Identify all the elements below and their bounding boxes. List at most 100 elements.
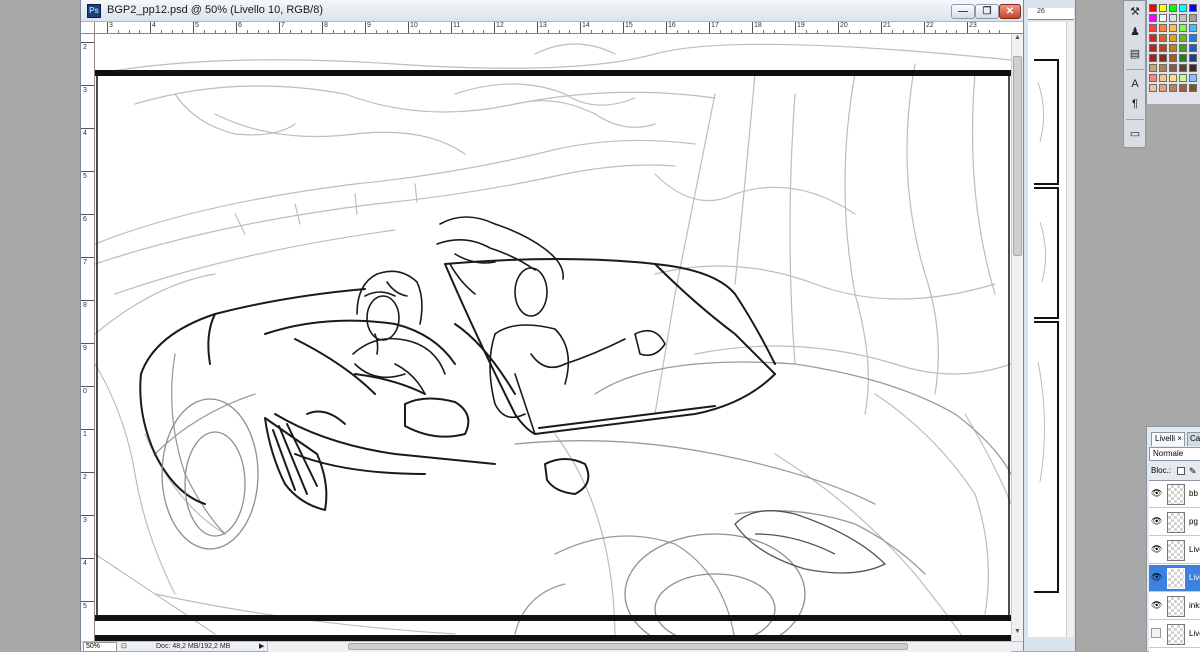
layer-thumbnail xyxy=(1167,540,1185,561)
tab-close-icon[interactable]: × xyxy=(1177,434,1182,443)
lock-brush-icon[interactable]: ✎ xyxy=(1189,465,1197,477)
color-swatch[interactable] xyxy=(1189,24,1197,32)
clone-stamp-icon[interactable]: ♟ xyxy=(1126,23,1144,41)
eye-icon[interactable]: 👁 xyxy=(1151,488,1162,498)
status-menu-arrow-icon[interactable]: ▶ xyxy=(259,642,264,650)
ruler-origin[interactable] xyxy=(81,22,95,34)
eye-icon[interactable]: 👁 xyxy=(1151,516,1162,526)
color-swatch[interactable] xyxy=(1149,14,1157,22)
color-swatch[interactable] xyxy=(1149,4,1157,12)
eye-icon[interactable]: 👁 xyxy=(1151,572,1162,582)
lock-transparency-icon[interactable] xyxy=(1177,467,1185,475)
eye-icon[interactable]: 👁 xyxy=(1151,544,1162,554)
color-swatch[interactable] xyxy=(1189,4,1197,12)
color-swatch[interactable] xyxy=(1189,54,1197,62)
color-swatch[interactable] xyxy=(1159,14,1167,22)
color-swatch[interactable] xyxy=(1159,54,1167,62)
ruler-tick xyxy=(81,171,94,172)
tab-channels[interactable]: Ca xyxy=(1187,432,1200,446)
color-swatch[interactable] xyxy=(1189,84,1197,92)
layer-name: Live xyxy=(1189,629,1200,638)
color-swatch[interactable] xyxy=(1159,44,1167,52)
color-swatch[interactable] xyxy=(1179,4,1187,12)
horizontal-scroll-thumb[interactable] xyxy=(348,643,908,650)
second-document-canvas[interactable] xyxy=(1028,22,1066,637)
document-titlebar[interactable]: Ps BGP2_pp12.psd @ 50% (Livello 10, RGB/… xyxy=(81,0,1023,22)
color-swatch[interactable] xyxy=(1189,74,1197,82)
second-document-window[interactable]: 26 xyxy=(1024,0,1076,651)
color-swatch[interactable] xyxy=(1149,44,1157,52)
color-swatch[interactable] xyxy=(1169,34,1177,42)
paragraph-icon[interactable]: ¶ xyxy=(1126,95,1144,113)
color-swatch[interactable] xyxy=(1179,24,1187,32)
color-swatch[interactable] xyxy=(1179,44,1187,52)
layer-row[interactable]: 👁 bb xyxy=(1149,481,1200,508)
ruler-label: 8 xyxy=(83,302,87,309)
color-swatch[interactable] xyxy=(1189,44,1197,52)
color-swatch[interactable] xyxy=(1189,14,1197,22)
blend-mode-select[interactable]: Normale xyxy=(1149,447,1200,461)
ruler-tick xyxy=(752,22,753,33)
layer-list[interactable]: 👁 bb 👁 pg 👁 Live 👁 Live 👁 inks Live xyxy=(1149,480,1200,652)
color-swatch[interactable] xyxy=(1169,64,1177,72)
color-swatch[interactable] xyxy=(1149,54,1157,62)
color-swatch[interactable] xyxy=(1149,24,1157,32)
hammer-tool-icon[interactable]: ⚒ xyxy=(1126,3,1144,21)
vertical-scrollbar[interactable]: ▲ ▼ xyxy=(1011,34,1023,641)
color-swatch[interactable] xyxy=(1159,4,1167,12)
color-swatch[interactable] xyxy=(1149,34,1157,42)
color-swatch[interactable] xyxy=(1159,24,1167,32)
color-swatch[interactable] xyxy=(1169,14,1177,22)
color-swatch[interactable] xyxy=(1169,44,1177,52)
color-swatch[interactable] xyxy=(1159,34,1167,42)
layer-row[interactable]: 👁 Live xyxy=(1149,565,1200,592)
maximize-button[interactable]: ❐ xyxy=(975,4,999,19)
color-swatch[interactable] xyxy=(1169,4,1177,12)
color-swatch[interactable] xyxy=(1189,64,1197,72)
vertical-scroll-thumb[interactable] xyxy=(1013,56,1022,256)
ruler-tick xyxy=(623,22,624,33)
ruler-tick xyxy=(81,343,94,344)
color-swatch[interactable] xyxy=(1179,84,1187,92)
character-icon[interactable]: A xyxy=(1126,75,1144,93)
hidden-eye-icon[interactable] xyxy=(1151,628,1161,638)
color-swatch[interactable] xyxy=(1169,54,1177,62)
notes-icon[interactable]: ▭ xyxy=(1126,125,1144,143)
color-swatch[interactable] xyxy=(1159,84,1167,92)
color-swatch[interactable] xyxy=(1179,14,1187,22)
color-swatch[interactable] xyxy=(1169,24,1177,32)
color-swatch[interactable] xyxy=(1159,64,1167,72)
ruler-label: 7 xyxy=(83,259,87,266)
color-swatch[interactable] xyxy=(1149,74,1157,82)
scroll-down-icon[interactable]: ▼ xyxy=(1012,628,1023,640)
canvas[interactable] xyxy=(95,34,1011,641)
tab-layers[interactable]: Livelli × xyxy=(1151,432,1185,446)
layer-name: Live xyxy=(1189,545,1200,554)
ruler-label: 4 xyxy=(152,22,156,29)
second-document-scrollbar[interactable] xyxy=(1066,22,1074,637)
scroll-up-icon[interactable]: ▲ xyxy=(1012,34,1023,46)
color-swatch[interactable] xyxy=(1159,74,1167,82)
layer-row[interactable]: 👁 inks xyxy=(1149,593,1200,620)
vertical-ruler[interactable]: 2 3 4 5 6 7 8 9 0 1 2 3 4 5 xyxy=(81,34,95,641)
document-window[interactable]: Ps BGP2_pp12.psd @ 50% (Livello 10, RGB/… xyxy=(80,0,1024,652)
color-swatch[interactable] xyxy=(1169,84,1177,92)
ruler-tick xyxy=(81,42,94,43)
layer-row[interactable]: Live xyxy=(1149,621,1200,648)
color-swatch[interactable] xyxy=(1189,34,1197,42)
color-swatch[interactable] xyxy=(1169,74,1177,82)
brush-preset-icon[interactable]: ▤ xyxy=(1126,45,1144,63)
color-swatch[interactable] xyxy=(1149,64,1157,72)
eye-icon[interactable]: 👁 xyxy=(1151,600,1162,610)
color-swatch[interactable] xyxy=(1179,64,1187,72)
color-swatch[interactable] xyxy=(1179,54,1187,62)
horizontal-ruler[interactable]: 3 4 5 6 7 8 9 10 11 12 13 14 15 16 17 18 19 20 21 22 23 xyxy=(95,22,1023,34)
layer-row[interactable]: 👁 Live xyxy=(1149,537,1200,564)
close-button[interactable]: ✕ xyxy=(999,4,1021,19)
ruler-tick xyxy=(236,22,237,33)
layer-row[interactable]: 👁 pg xyxy=(1149,509,1200,536)
color-swatch[interactable] xyxy=(1179,34,1187,42)
color-swatch[interactable] xyxy=(1179,74,1187,82)
color-swatch[interactable] xyxy=(1149,84,1157,92)
minimize-button[interactable]: — xyxy=(951,4,975,19)
